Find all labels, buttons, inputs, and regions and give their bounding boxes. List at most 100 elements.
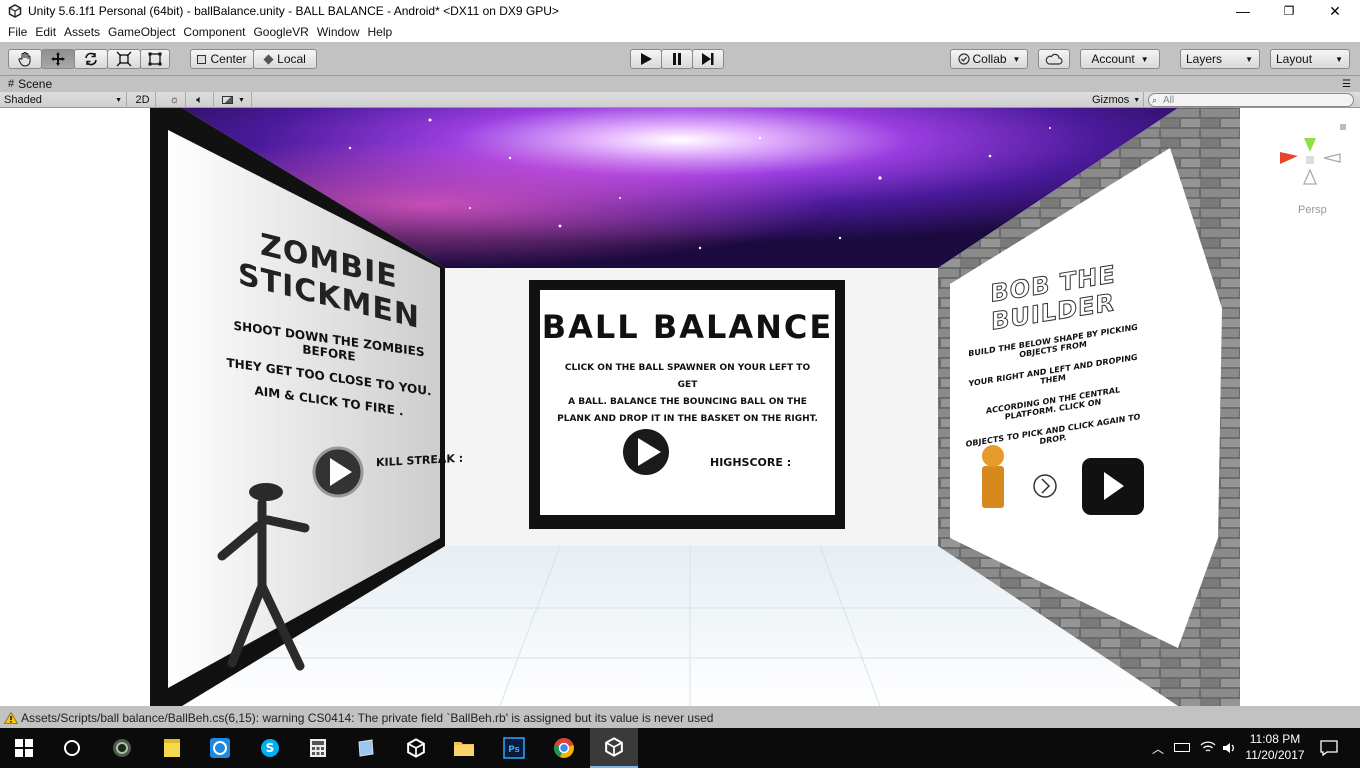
unity-logo-icon [8, 4, 22, 18]
2d-toggle[interactable]: 2D [130, 92, 156, 108]
tray-chevron-icon[interactable]: ︿ [1152, 740, 1164, 757]
hand-tool-button[interactable] [8, 49, 42, 69]
grid-icon: # [8, 78, 15, 90]
collab-dropdown[interactable]: Collab ▼ [950, 49, 1028, 69]
cloud-button[interactable] [1038, 49, 1070, 69]
gizmos-dropdown[interactable]: Gizmos ▼ [1088, 92, 1144, 108]
play-button[interactable] [630, 49, 662, 69]
rotate-icon [85, 52, 97, 66]
status-message: Assets/Scripts/ball balance/BallBeh.cs(6… [21, 711, 714, 725]
move-tool-button[interactable] [41, 49, 75, 69]
taskbar-app-sticky-notes[interactable] [148, 728, 196, 768]
lighting-toggle[interactable]: ☼ [164, 92, 186, 108]
menu-gameobject[interactable]: GameObject [104, 25, 179, 39]
pause-button[interactable] [661, 49, 693, 69]
scene-view-toolbar: Shaded ▼ 2D ☼ 🔈︎ ▼ Gizmos ▼ ⌕ All [0, 92, 1360, 108]
taskbar-app-skype[interactable]: S [246, 728, 294, 768]
rect-tool-icon [148, 52, 162, 66]
search-placeholder: All [1163, 94, 1175, 106]
system-clock[interactable]: 11:08 PM 11/20/2017 [1236, 731, 1314, 763]
svg-text:S: S [266, 741, 275, 755]
close-button[interactable]: ✕ [1312, 0, 1358, 22]
chevron-down-icon: ▼ [1012, 54, 1021, 64]
taskbar-app-calculator[interactable] [294, 728, 342, 768]
window-title: Unity 5.6.1f1 Personal (64bit) - ballBal… [28, 4, 559, 18]
pivot-label: Center [210, 52, 247, 66]
taskbar-app-unity-hub[interactable] [392, 728, 440, 768]
battery-icon[interactable] [1174, 743, 1190, 752]
effects-dropdown[interactable]: ▼ [218, 92, 252, 108]
scene-tab[interactable]: # Scene ☰ [0, 76, 1360, 92]
window-title-bar: Unity 5.6.1f1 Personal (64bit) - ballBal… [0, 0, 1360, 22]
volume-icon[interactable] [1222, 741, 1236, 755]
ball-balance-instructions: CLICK ON THE BALL SPAWNER ON YOUR LEFT T… [556, 360, 819, 428]
layers-dropdown[interactable]: Layers ▼ [1180, 49, 1260, 69]
search-icon: ⌕ [1152, 94, 1158, 105]
chevron-down-icon: ▼ [1335, 54, 1343, 64]
scene-tab-label: Scene [18, 77, 53, 91]
menu-component[interactable]: Component [179, 25, 249, 39]
skype-icon: S [261, 739, 279, 757]
taskbar-app-photoshop[interactable]: Ps [490, 728, 538, 768]
sync-app-icon [210, 738, 230, 758]
menu-help[interactable]: Help [364, 25, 397, 39]
gizmos-label: Gizmos [1092, 94, 1130, 106]
scene-viewport[interactable]: ZOMBIE STICKMEN SHOOT DOWN THE ZOMBIES B… [0, 108, 1360, 706]
taskbar-app-notes[interactable] [342, 728, 390, 768]
pause-icon [673, 53, 681, 65]
unity-icon [407, 738, 425, 758]
move-arrows-icon [51, 52, 65, 66]
folder-icon [454, 742, 474, 756]
account-dropdown[interactable]: Account ▼ [1080, 49, 1160, 69]
taskbar-app-camera[interactable] [98, 728, 146, 768]
step-button[interactable] [692, 49, 724, 69]
ball-balance-line-3: PLANK AND DROP IT IN THE BASKET ON THE R… [557, 414, 818, 424]
warning-icon [4, 712, 18, 724]
chevron-down-icon: ▼ [115, 96, 122, 104]
photoshop-icon: Ps [503, 737, 525, 759]
scale-tool-button[interactable] [107, 49, 141, 69]
minimize-button[interactable]: — [1220, 0, 1266, 22]
menu-file[interactable]: File [4, 25, 31, 39]
cube-icon [263, 53, 274, 65]
audio-toggle[interactable]: 🔈︎ [186, 92, 214, 108]
rect-tool-button[interactable] [140, 49, 170, 69]
panel-menu-icon[interactable]: ☰ [1342, 79, 1351, 90]
step-icon [702, 53, 714, 65]
wifi-icon[interactable] [1200, 740, 1216, 754]
account-label: Account [1091, 52, 1135, 66]
menu-assets[interactable]: Assets [60, 25, 104, 39]
shading-mode-dropdown[interactable]: Shaded ▼ [0, 92, 127, 108]
unity-icon [605, 737, 623, 757]
layout-dropdown[interactable]: Layout ▼ [1270, 49, 1350, 69]
projection-label[interactable]: Persp [1298, 204, 1327, 216]
ball-balance-line-1: CLICK ON THE BALL SPAWNER ON YOUR LEFT T… [564, 363, 811, 390]
svg-text:Ps: Ps [508, 745, 520, 755]
maximize-button[interactable]: ❐ [1266, 0, 1312, 22]
menu-edit[interactable]: Edit [31, 25, 60, 39]
menu-googlevr[interactable]: GoogleVR [249, 25, 312, 39]
chevron-down-icon: ▼ [238, 96, 245, 104]
check-circle-icon [957, 53, 970, 65]
camera-app-icon [113, 739, 131, 757]
start-button[interactable] [0, 728, 48, 768]
rotate-tool-button[interactable] [74, 49, 108, 69]
action-center-icon[interactable] [1320, 740, 1338, 756]
cortana-button[interactable] [48, 728, 96, 768]
highscore-label: HIGHSCORE : [710, 456, 792, 469]
speaker-icon: 🔈︎ [196, 93, 203, 106]
console-status-bar[interactable]: Assets/Scripts/ball balance/BallBeh.cs(6… [0, 708, 1360, 728]
right-board-text: BOB THE BUILDER BUILD THE BELOW SHAPE BY… [960, 255, 1146, 458]
pivot-center-button[interactable]: Center [190, 49, 254, 69]
pivot-local-button[interactable]: Local [253, 49, 317, 69]
windows-taskbar: S Ps ︿ 11:08 PM 11/20/2017 [0, 728, 1360, 768]
taskbar-app-unity-editor[interactable] [590, 728, 638, 768]
taskbar-app-sync[interactable] [196, 728, 244, 768]
taskbar-app-file-explorer[interactable] [440, 728, 488, 768]
menu-window[interactable]: Window [313, 25, 364, 39]
hand-icon [18, 52, 31, 67]
layout-label: Layout [1276, 52, 1313, 66]
taskbar-app-chrome[interactable] [540, 728, 588, 768]
sticky-notes-icon [164, 739, 180, 757]
hierarchy-search-input[interactable]: ⌕ All [1148, 93, 1354, 107]
